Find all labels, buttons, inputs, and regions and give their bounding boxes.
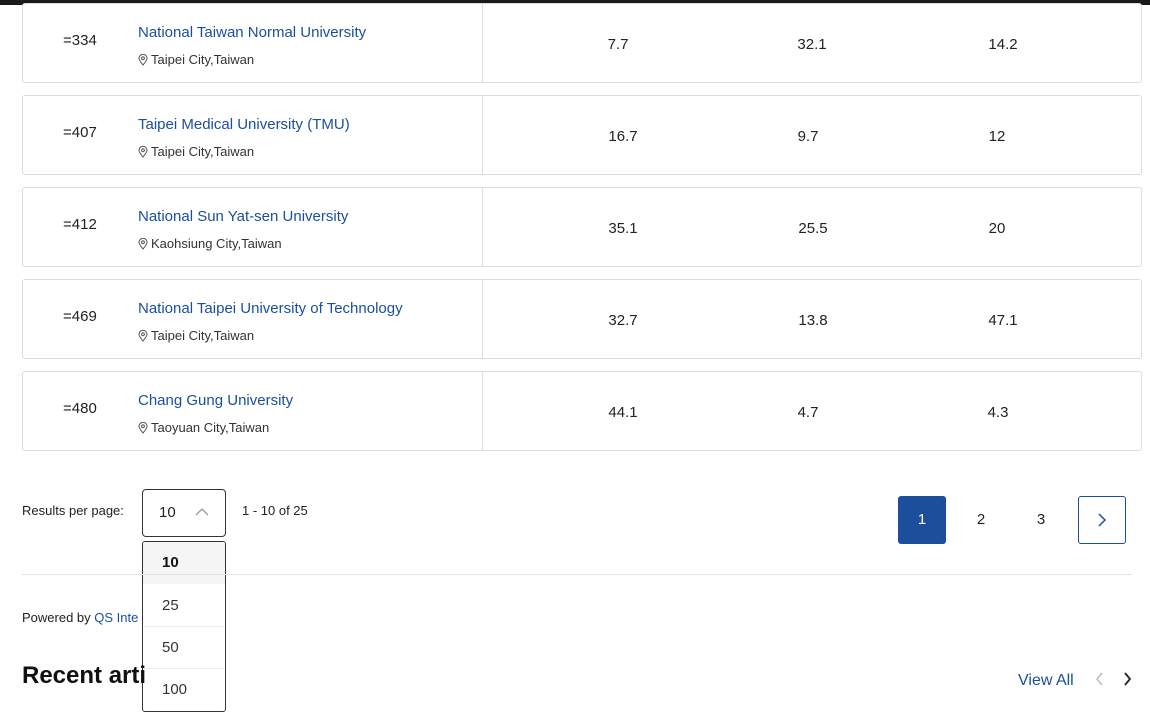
- dropdown-option[interactable]: 10: [143, 542, 225, 584]
- divider: [482, 280, 483, 358]
- location-text: Taipei City,Taiwan: [151, 144, 255, 159]
- location: Taoyuan City,Taiwan: [138, 420, 269, 435]
- page-button-2[interactable]: 2: [957, 496, 1005, 544]
- divider: [482, 188, 483, 266]
- score-cell: 32.7: [608, 312, 638, 329]
- score-cell: 20: [988, 220, 1006, 237]
- selected-value: 10: [159, 504, 176, 521]
- rank: =480: [63, 400, 97, 417]
- divider-line: [22, 574, 1132, 575]
- location: Taipei City,Taiwan: [138, 144, 254, 159]
- university-link[interactable]: National Taiwan Normal University: [138, 24, 366, 41]
- carousel-next-button[interactable]: [1119, 669, 1135, 689]
- rank: =469: [63, 308, 97, 325]
- location: Taipei City,Taiwan: [138, 328, 254, 343]
- recent-articles-heading: Recent arti: [22, 662, 147, 689]
- rank: =334: [63, 32, 97, 49]
- score-cell: 4.7: [797, 404, 819, 421]
- table-row: =480 Chang Gung University Taoyuan City,…: [22, 371, 1142, 451]
- powered-by-text: Powered by: [22, 610, 95, 625]
- table-row: =469 National Taipei University of Techn…: [22, 279, 1142, 359]
- location-pin-icon: [138, 421, 148, 434]
- divider: [482, 372, 483, 450]
- location-pin-icon: [138, 237, 148, 250]
- location-pin-icon: [138, 53, 148, 66]
- results-per-page-label: Results per page:: [22, 503, 124, 518]
- location-text: Taipei City,Taiwan: [151, 328, 255, 343]
- chevron-right-icon: [1098, 513, 1107, 527]
- score-cell: 9.7: [797, 128, 819, 145]
- university-link[interactable]: Chang Gung University: [138, 392, 293, 409]
- dropdown-option[interactable]: 25: [143, 585, 225, 627]
- score-cell: 32.1: [797, 36, 827, 53]
- location-pin-icon: [138, 329, 148, 342]
- rank: =412: [63, 216, 97, 233]
- score-cell: 44.1: [608, 404, 638, 421]
- university-link[interactable]: National Sun Yat-sen University: [138, 208, 348, 225]
- table-row: =407 Taipei Medical University (TMU) Tai…: [22, 95, 1142, 175]
- chevron-right-icon: [1123, 672, 1131, 686]
- rank: =407: [63, 124, 97, 141]
- page-button-3[interactable]: 3: [1017, 496, 1065, 544]
- score-cell: 47.1: [988, 312, 1018, 329]
- location-text: Kaohsiung City,Taiwan: [151, 236, 282, 251]
- score-cell: 13.8: [798, 312, 828, 329]
- score-cell: 35.1: [608, 220, 638, 237]
- view-all-link[interactable]: View All: [1018, 672, 1074, 690]
- carousel-prev-button[interactable]: [1091, 669, 1107, 689]
- score-cell: 4.3: [987, 404, 1009, 421]
- page-button-1[interactable]: 1: [898, 496, 946, 544]
- university-link[interactable]: Taipei Medical University (TMU): [138, 116, 350, 133]
- results-per-page-select[interactable]: 10: [142, 489, 226, 537]
- results-range: 1 - 10 of 25: [242, 503, 308, 518]
- dropdown-option[interactable]: 100: [143, 668, 225, 710]
- score-cell: 12: [988, 128, 1006, 145]
- score-cell: 16.7: [608, 128, 638, 145]
- chevron-up-icon: [195, 508, 209, 516]
- dropdown-option[interactable]: 50: [143, 626, 225, 668]
- score-cell: 14.2: [988, 36, 1018, 53]
- results-per-page-dropdown: 10 25 50 100: [142, 541, 226, 712]
- location-pin-icon: [138, 145, 148, 158]
- table-row: =412 National Sun Yat-sen University Kao…: [22, 187, 1142, 267]
- divider: [482, 96, 483, 174]
- location-text: Taoyuan City,Taiwan: [151, 420, 270, 435]
- qs-link[interactable]: QS Inte: [94, 610, 138, 625]
- powered-by: Powered by QS Inte: [22, 610, 138, 625]
- table-row: =334 National Taiwan Normal University T…: [22, 3, 1142, 83]
- university-link[interactable]: National Taipei University of Technology: [138, 300, 403, 317]
- divider: [482, 4, 483, 82]
- location: Taipei City,Taiwan: [138, 52, 254, 67]
- score-cell: 25.5: [798, 220, 828, 237]
- chevron-left-icon: [1095, 672, 1103, 686]
- location-text: Taipei City,Taiwan: [151, 52, 255, 67]
- score-cell: 7.7: [607, 36, 629, 53]
- location: Kaohsiung City,Taiwan: [138, 236, 282, 251]
- next-page-button[interactable]: [1078, 496, 1126, 544]
